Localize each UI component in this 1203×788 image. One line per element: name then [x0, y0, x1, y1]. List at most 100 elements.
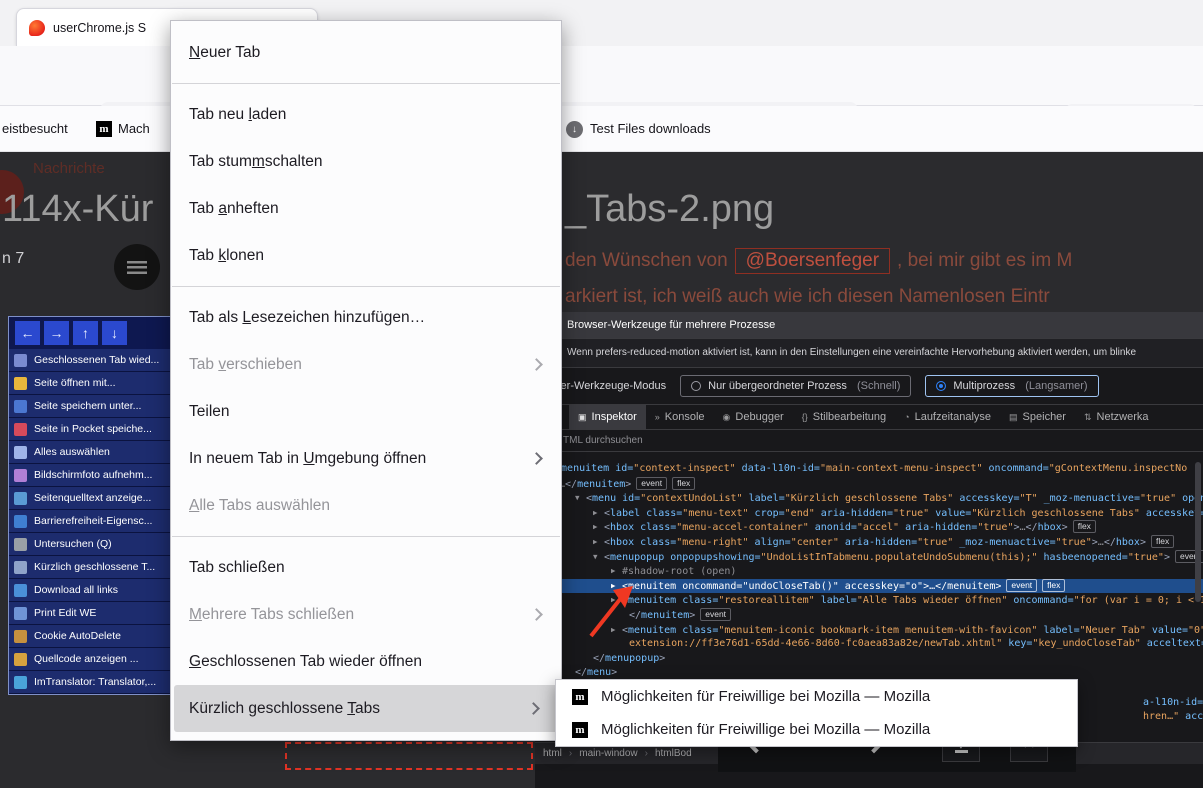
post-text: , bei mir gibt es im M: [897, 250, 1072, 271]
bookmark-item[interactable]: eistbesucht: [2, 106, 68, 152]
devtools-mode-row: owser-Werkzeuge-Modus Nur übergeordneter…: [535, 368, 1203, 404]
screenshot-item-label: Seitenquelltext anzeige...: [34, 492, 151, 504]
page-title-left: 114x-Kür: [2, 188, 153, 231]
menu-item-tab-klonen[interactable]: Tab klonen: [171, 232, 561, 279]
radio-icon: [691, 381, 701, 391]
menu-item-label: Tab als Lesezeichen hinzufügen…: [189, 309, 425, 327]
markup-line[interactable]: </menupopup>: [535, 652, 1203, 667]
submenu-item-möglichkeiten-für-freiwillige-bei-mozilla-mozilla[interactable]: mMöglichkeiten für Freiwillige bei Mozil…: [556, 680, 1077, 713]
menu-item-label: Neuer Tab: [189, 44, 260, 62]
markup-line[interactable]: <menuitem id="context-inspect" data-l10n…: [535, 462, 1203, 477]
option-label: Multiprozess: [953, 380, 1015, 392]
submenu-item-label: Möglichkeiten für Freiwillige bei Mozill…: [601, 721, 930, 738]
option-hint: (Langsamer): [1022, 380, 1087, 392]
menu-item-in-neuem-tab-in-umgebung-öffnen[interactable]: In neuem Tab in Umgebung öffnen: [171, 435, 561, 482]
scrollbar[interactable]: [1195, 462, 1201, 602]
post-text-line1: den Wünschen von@Boersenfeger, bei mir g…: [565, 248, 1072, 274]
markup-line[interactable]: ▶<menuitem class="restoreallitem" label=…: [535, 593, 1203, 608]
menu-item-label: Tab verschieben: [189, 356, 302, 374]
menu-item-icon: [14, 607, 27, 620]
menu-item-geschlossenen-tab-wieder-öffnen[interactable]: Geschlossenen Tab wieder öffnen: [171, 638, 561, 685]
expand-arrow-icon: ▼: [593, 550, 604, 565]
menu-item-label: Geschlossenen Tab wieder öffnen: [189, 653, 422, 671]
menu-item-tab-anheften[interactable]: Tab anheften: [171, 185, 561, 232]
option-hint: (Schnell): [854, 380, 900, 392]
markup-line[interactable]: </menuitem>event: [535, 608, 1203, 623]
netzwerka-icon: ⇅: [1084, 412, 1092, 423]
devtools-tab-stilbearbeitung[interactable]: {}Stilbearbeitung: [793, 405, 895, 429]
devtools-tab-debugger[interactable]: ◉Debugger: [714, 405, 793, 429]
debugger-icon: ◉: [723, 412, 731, 423]
mode-option-nur-übergeordneter-prozess[interactable]: Nur übergeordneter Prozess (Schnell): [680, 375, 911, 397]
menu-item-tab-als-lesezeichen-hinzufügen[interactable]: Tab als Lesezeichen hinzufügen…: [171, 294, 561, 341]
crumb-separator: ›: [645, 748, 648, 759]
devtools-tab-speicher[interactable]: ▤Speicher: [1000, 405, 1075, 429]
menu-item-kürzlich-geschlossene-tabs[interactable]: Kürzlich geschlossene Tabs: [174, 685, 558, 732]
markup-line[interactable]: …</menuitem>eventflex: [535, 477, 1203, 492]
menu-item-label: Kürzlich geschlossene Tabs: [189, 700, 380, 718]
markup-line[interactable]: ▶<label class="menu-text" crop="end" ari…: [535, 506, 1203, 521]
breadcrumb-item[interactable]: main-window: [579, 748, 637, 759]
markup-badge: event: [1006, 579, 1037, 592]
devtools-mode-options: Nur übergeordneter Prozess (Schnell) Mult…: [680, 375, 1098, 397]
menu-item-tab-stummschalten[interactable]: Tab stummschalten: [171, 138, 561, 185]
version-text: n 7: [2, 250, 24, 268]
markup-badge: flex: [1042, 579, 1065, 592]
radio-icon: [936, 381, 946, 391]
markup-fragment-2: hren…" accesskey="D": [1143, 711, 1203, 722]
menu-item-tab-schließen[interactable]: Tab schließen: [171, 544, 561, 591]
markup-line[interactable]: ▶<hbox class="menu-right" align="center"…: [535, 535, 1203, 550]
annotation-dashed-rect: [285, 742, 533, 770]
mode-option-multiprozess[interactable]: Multiprozess (Langsamer): [925, 375, 1098, 397]
inspektor-icon: ▣: [578, 412, 587, 423]
breadcrumb-item[interactable]: html: [543, 748, 562, 759]
bookmark-item[interactable]: Test Files downloads: [590, 106, 711, 152]
menu-item-icon: [14, 377, 27, 390]
markup-line[interactable]: extension://ff3e76d1-65dd-4e66-8d60-fc0a…: [535, 637, 1203, 652]
devtools-tab-laufzeitanalyse[interactable]: ◔Laufzeitanalyse: [895, 405, 1000, 429]
markup-search-input[interactable]: TML durchsuchen: [535, 430, 1203, 452]
stilbearbeitung-icon: {}: [802, 412, 808, 422]
markup-line[interactable]: ▶<menuitem class="menuitem-iconic bookma…: [535, 623, 1203, 638]
menu-item-tab-neu-laden[interactable]: Tab neu laden: [171, 91, 561, 138]
devtools-tab-inspektor[interactable]: ▣ Inspektor: [569, 405, 646, 429]
breadcrumb-item[interactable]: htmlBod: [655, 748, 692, 759]
menu-item-label: Teilen: [189, 403, 230, 421]
page-title-right: _Tabs-2.png: [565, 188, 774, 231]
devtools-tab-netzwerka[interactable]: ⇅Netzwerka: [1075, 405, 1158, 429]
tab-label: Inspektor: [592, 411, 637, 423]
markup-line[interactable]: ▶<hbox class="menu-accel-container" anon…: [535, 520, 1203, 535]
option-label: Nur übergeordneter Prozess: [708, 380, 847, 392]
menu-item-mehrere-tabs-schließen[interactable]: Mehrere Tabs schließen: [171, 591, 561, 638]
screenshot-item-label: Seite speichern unter...: [34, 400, 141, 412]
menu-item-icon: [14, 400, 27, 413]
bookmark-item[interactable]: Mach: [118, 106, 150, 152]
crumb-separator: ›: [569, 748, 572, 759]
markup-line[interactable]: ▶#shadow-root (open): [535, 564, 1203, 579]
konsole-icon: »: [655, 412, 660, 422]
screenshot-item-label: Print Edit WE: [34, 607, 96, 619]
markup-badge: flex: [1073, 520, 1096, 533]
menu-item-icon: [14, 630, 27, 643]
screenshot-item-label: Untersuchen (Q): [34, 538, 112, 550]
menu-item-tab-verschieben[interactable]: Tab verschieben: [171, 341, 561, 388]
menu-item-neuer-tab[interactable]: Neuer Tab: [171, 29, 561, 76]
markup-line[interactable]: ▼<menu id="contextUndoList" label="Kürzl…: [535, 491, 1203, 506]
markup-fragment-1: a-l10n-id="main-contex: [1143, 697, 1203, 708]
submenu-item-label: Möglichkeiten für Freiwillige bei Mozill…: [601, 688, 930, 705]
hamburger-menu-icon[interactable]: [114, 244, 160, 290]
submenu-chevron-icon: [530, 452, 543, 465]
markup-badge: flex: [1151, 535, 1174, 548]
menu-item-teilen[interactable]: Teilen: [171, 388, 561, 435]
scroll-top-icon: ↑: [73, 321, 98, 345]
submenu-item-möglichkeiten-für-freiwillige-bei-mozilla-mozilla[interactable]: mMöglichkeiten für Freiwillige bei Mozil…: [556, 713, 1077, 746]
screenshot-item-label: Bildschirmfoto aufnehm...: [34, 469, 152, 481]
menu-item-alle-tabs-auswählen[interactable]: Alle Tabs auswählen: [171, 482, 561, 529]
markup-line[interactable]: ▼<menupopup onpopupshowing="UndoListInTa…: [535, 550, 1203, 565]
devtools-tab-konsole[interactable]: »Konsole: [646, 405, 714, 429]
screenshot-item-label: Geschlossenen Tab wied...: [34, 354, 159, 366]
menu-item-icon: [14, 492, 27, 505]
menu-item-label: Tab stummschalten: [189, 153, 323, 171]
user-mention[interactable]: @Boersenfeger: [735, 248, 890, 274]
markup-line[interactable]: ▶<menuitem oncommand="undoCloseTab()" ac…: [535, 579, 1203, 594]
